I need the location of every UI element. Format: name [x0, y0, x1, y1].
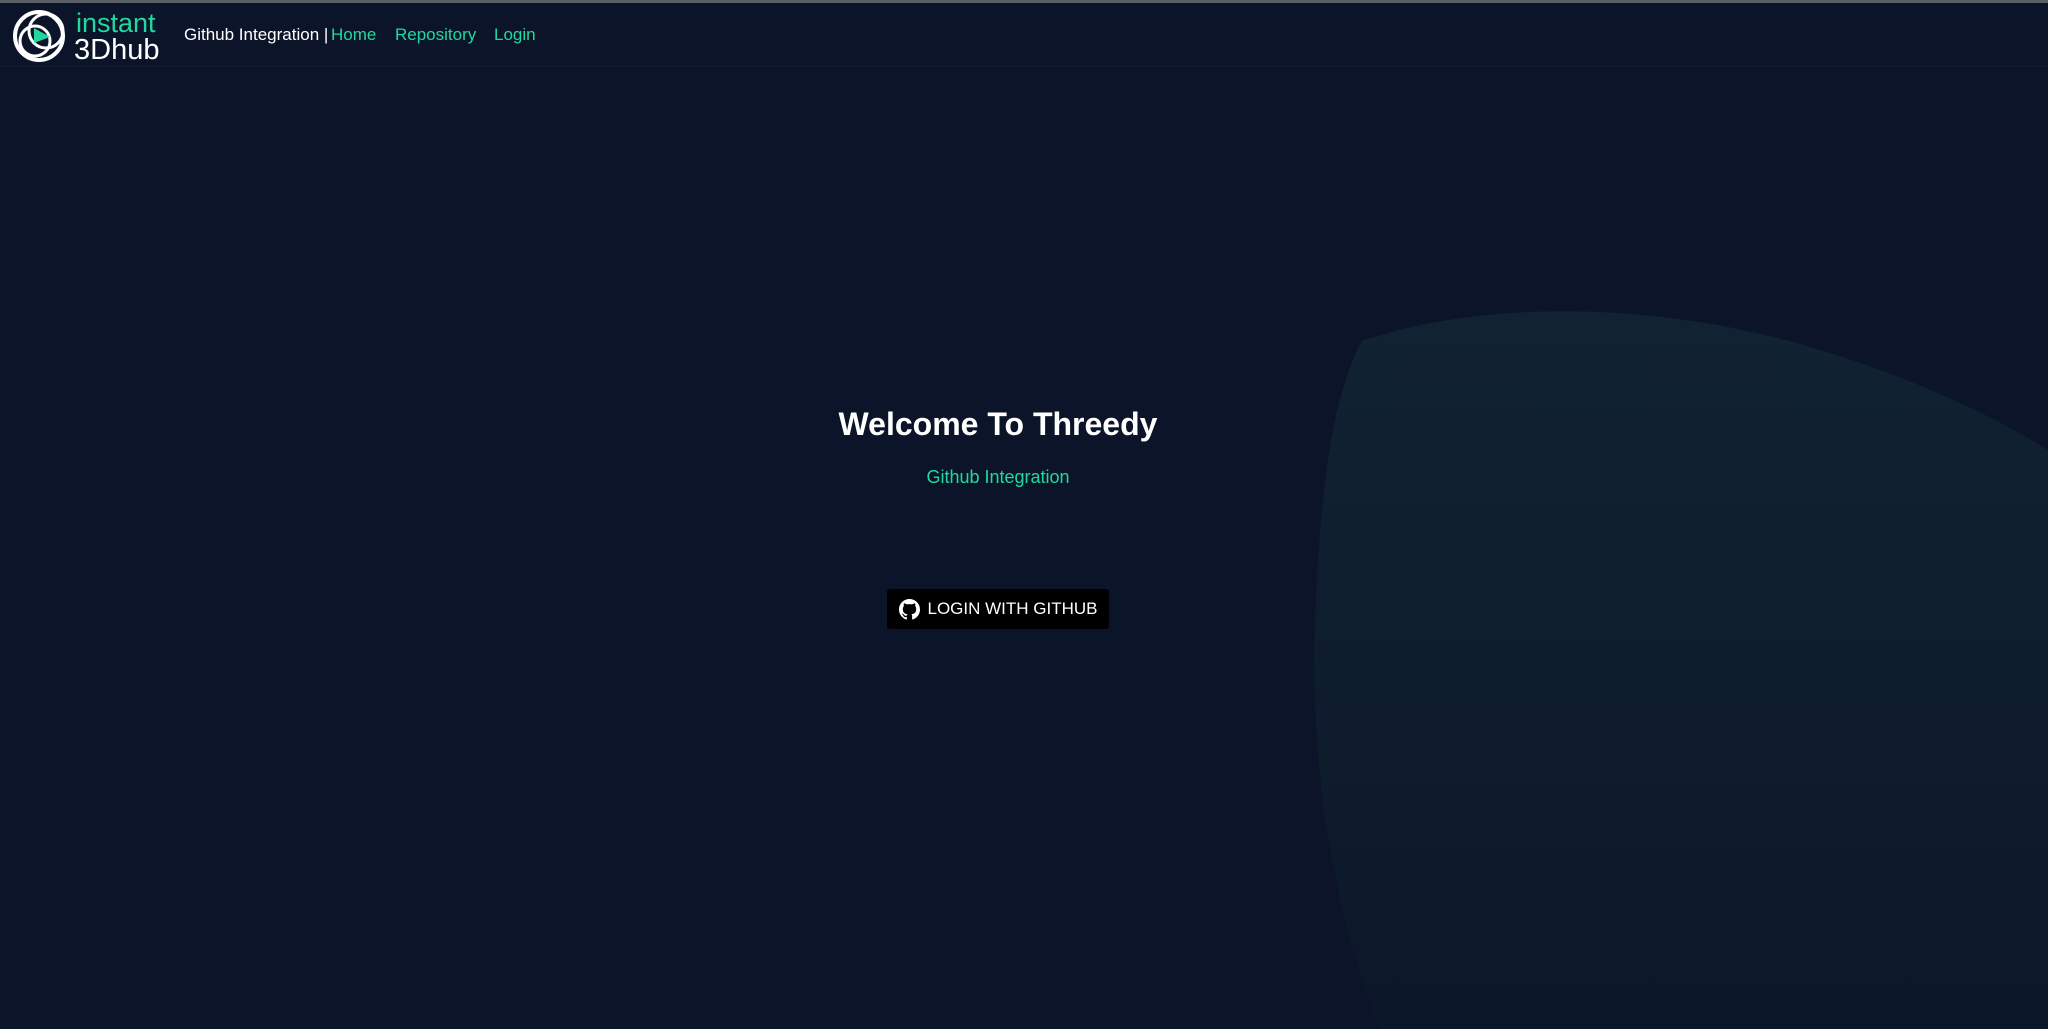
login-with-github-button[interactable]: LOGIN WITH GITHUB [887, 589, 1109, 629]
nav-link-login[interactable]: Login [494, 25, 536, 45]
logo-text-bottom: 3Dhub [74, 34, 159, 65]
nav-link-home[interactable]: Home [331, 25, 376, 45]
nav-link-repository[interactable]: Repository [395, 25, 476, 45]
brand-title: Github Integration | [184, 25, 329, 44]
instant3dhub-logo[interactable]: instant 3Dhub [10, 7, 175, 65]
top-navbar: instant 3Dhub Github Integration | Home … [0, 3, 2048, 67]
github-icon [898, 598, 920, 619]
page-subtitle: Github Integration [926, 467, 1070, 487]
login-button-label: LOGIN WITH GITHUB [927, 599, 1098, 618]
background-decorative-shape [1314, 311, 2048, 1029]
page-title: Welcome To Threedy [838, 406, 1158, 442]
